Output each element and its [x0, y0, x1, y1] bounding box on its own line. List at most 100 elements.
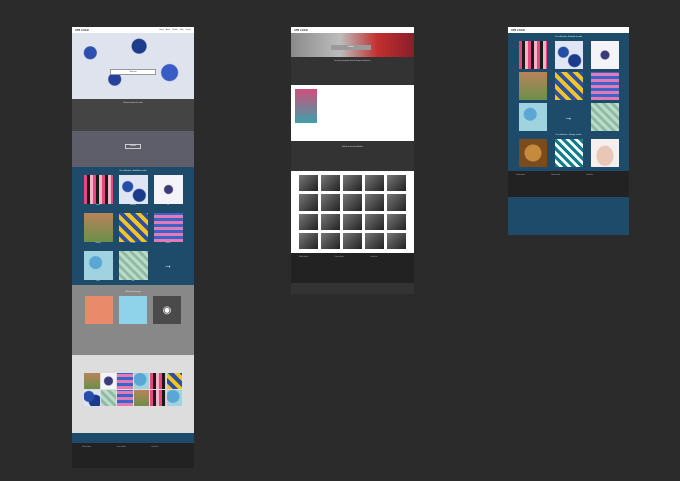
gallery-image[interactable] — [387, 213, 406, 230]
collection-image — [83, 175, 113, 204]
promo-button[interactable]: Find out — [125, 144, 141, 149]
gallery-image[interactable] — [299, 213, 318, 230]
gallery-image[interactable] — [387, 194, 406, 211]
collection-caption: Stripes — [95, 205, 101, 206]
vintage-image[interactable] — [518, 139, 547, 167]
gallery-image[interactable] — [133, 390, 149, 406]
gallery-image[interactable] — [166, 390, 182, 406]
gallery-image[interactable] — [321, 175, 340, 192]
newsletter-strip — [72, 433, 194, 443]
nav-portfolio-link[interactable]: Portfolio — [172, 30, 178, 31]
gallery-image[interactable] — [299, 232, 318, 249]
gallery-section — [72, 355, 194, 433]
collection-image[interactable] — [518, 72, 547, 100]
collection-image[interactable] — [554, 72, 583, 100]
collections-page-mockup: ATB LOGO Our collections - Available to … — [508, 27, 629, 235]
gallery-image[interactable] — [166, 373, 182, 389]
arrow-right-icon[interactable]: → — [153, 251, 183, 280]
service-tile[interactable] — [85, 296, 113, 324]
gallery-image[interactable] — [343, 213, 362, 230]
collection-image — [83, 251, 113, 280]
gallery-image[interactable] — [133, 373, 149, 389]
footer-contact: Contact details — [551, 175, 561, 176]
collection-image[interactable] — [518, 103, 547, 131]
vintage-grid — [508, 139, 629, 167]
footer-address: Studio address — [516, 175, 526, 176]
gallery-image[interactable] — [387, 175, 406, 192]
collection-image[interactable] — [590, 103, 619, 131]
service-tile[interactable] — [119, 296, 147, 324]
gallery-image[interactable] — [321, 213, 340, 230]
collection-card[interactable]: Pattern — [118, 213, 148, 247]
vintage-image[interactable] — [554, 139, 583, 167]
collection-card[interactable]: Botanical — [118, 175, 148, 209]
site-footer: Studio address Contact details Social li… — [291, 253, 414, 283]
vintage-image[interactable] — [590, 139, 619, 167]
gallery-image[interactable] — [365, 175, 384, 192]
collection-caption: Tropical — [165, 243, 171, 244]
collection-image — [118, 213, 148, 242]
gallery-image[interactable] — [100, 390, 116, 406]
vintage-title: Our collections - Vintage archive — [555, 134, 582, 136]
collection-image[interactable] — [518, 41, 547, 69]
footer-social[interactable]: Social links — [151, 447, 184, 467]
portfolio-page-mockup: ATB LOGO Portfolio Description paragraph… — [291, 27, 414, 294]
footer-social[interactable]: Social links — [586, 175, 621, 193]
footer-social[interactable]: Social links — [370, 257, 406, 279]
collection-card[interactable]: Heritage — [83, 213, 113, 247]
collection-card[interactable]: Tropical — [153, 213, 183, 247]
gallery-image[interactable] — [117, 390, 133, 406]
gallery-image[interactable] — [84, 373, 100, 389]
collection-card[interactable]: Ink — [153, 175, 183, 209]
gallery-image[interactable] — [117, 373, 133, 389]
gallery-image[interactable] — [387, 232, 406, 249]
collection-image[interactable] — [554, 41, 583, 69]
services-title: What we do for you — [125, 291, 141, 293]
nav-shop-link[interactable]: Shop — [180, 30, 184, 31]
collection-card[interactable]: Geo — [118, 251, 148, 285]
arrow-right-icon[interactable]: → — [554, 103, 583, 131]
gallery-image[interactable] — [343, 232, 362, 249]
eye-icon[interactable]: ◉ — [153, 296, 181, 324]
footer-contact: Contact details — [334, 257, 344, 258]
collection-card[interactable]: Stripes — [83, 175, 113, 209]
gallery-image[interactable] — [343, 194, 362, 211]
gallery-image[interactable] — [343, 175, 362, 192]
site-footer: Studio address Contact details Social li… — [72, 443, 194, 468]
intro-text: Description paragraph about the designer… — [291, 57, 414, 85]
collections-section: Our collections - Available to order Str… — [72, 167, 194, 285]
hero-cta-button[interactable]: Shop now — [110, 69, 156, 75]
hero-cta-button[interactable]: Portfolio — [331, 45, 371, 50]
collection-caption: Botanical — [130, 205, 136, 206]
site-logo[interactable]: ATB LOGO — [511, 29, 525, 32]
nav-contact-link[interactable]: Contact — [186, 30, 192, 31]
hero-banner: Portfolio — [291, 33, 414, 57]
site-logo[interactable]: ATB LOGO — [294, 29, 308, 32]
gallery-image[interactable] — [299, 175, 318, 192]
gallery-image[interactable] — [150, 390, 166, 406]
gallery-image[interactable] — [365, 213, 384, 230]
footer-address: Studio address — [299, 257, 309, 258]
nav-about-link[interactable]: About — [166, 30, 170, 31]
collections-title: Our collections - Available to order — [119, 170, 147, 172]
site-logo[interactable]: ATB LOGO — [75, 29, 89, 32]
profile-photo — [295, 89, 317, 123]
collection-card[interactable]: → — [153, 251, 183, 285]
collection-card[interactable]: Floral — [83, 251, 113, 285]
gallery-image[interactable] — [150, 373, 166, 389]
gallery-image[interactable] — [84, 390, 100, 406]
gallery-image[interactable] — [321, 232, 340, 249]
profile-text — [321, 89, 410, 137]
collection-caption: Heritage — [95, 243, 101, 244]
gallery-image[interactable] — [100, 373, 116, 389]
nav-home-link[interactable]: Home — [159, 30, 163, 31]
gallery-image[interactable] — [365, 194, 384, 211]
collection-caption: Pattern — [130, 243, 136, 244]
profile-section — [291, 85, 414, 141]
footer-contact: Contact details — [116, 447, 126, 448]
gallery-image[interactable] — [299, 194, 318, 211]
collection-image[interactable] — [590, 41, 619, 69]
collection-image[interactable] — [590, 72, 619, 100]
gallery-image[interactable] — [365, 232, 384, 249]
gallery-image[interactable] — [321, 194, 340, 211]
